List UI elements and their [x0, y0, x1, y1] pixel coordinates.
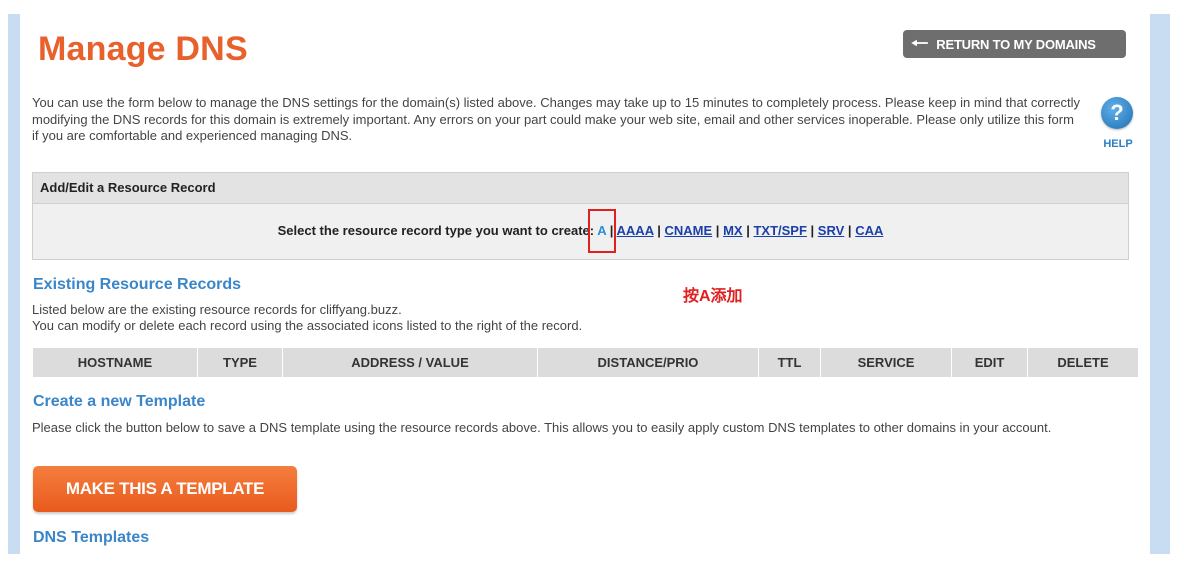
help-icon[interactable]: ? — [1101, 97, 1133, 129]
dns-templates-title: DNS Templates — [33, 529, 150, 546]
page-title: Manage DNS — [38, 30, 248, 68]
return-button-label: RETURN TO MY DOMAINS — [936, 36, 1096, 52]
add-edit-record-panel: Add/Edit a Resource Record Select the re… — [32, 172, 1129, 260]
column-header-ttl: TTL — [758, 347, 821, 378]
records-table-header: HOSTNAME TYPE ADDRESS / VALUE DISTANCE/P… — [32, 347, 1139, 378]
record-type-aaaa-link[interactable]: AAAA — [617, 223, 654, 238]
intro-text: You can use the form below to manage the… — [32, 95, 1081, 143]
create-template-title: Create a new Template — [33, 393, 206, 410]
arrow-left-icon: 🠐 — [911, 33, 929, 55]
records-table: HOSTNAME TYPE ADDRESS / VALUE DISTANCE/P… — [32, 347, 1139, 378]
right-border-bar — [1150, 14, 1170, 554]
column-header-address: ADDRESS / VALUE — [282, 347, 538, 378]
make-template-button[interactable]: MAKE THIS A TEMPLATE — [33, 466, 297, 512]
column-header-delete: DELETE — [1027, 347, 1139, 378]
create-template-desc: Please click the button below to save a … — [32, 420, 1052, 435]
highlight-box — [588, 209, 616, 253]
record-type-cname-link[interactable]: CNAME — [665, 223, 713, 238]
return-to-my-domains-button[interactable]: 🠐 RETURN TO MY DOMAINS — [903, 30, 1126, 58]
existing-records-title: Existing Resource Records — [33, 276, 242, 293]
record-type-selector: Select the resource record type you want… — [277, 223, 884, 238]
column-header-service: SERVICE — [820, 347, 952, 378]
existing-records-desc-line2: You can modify or delete each record usi… — [32, 318, 583, 333]
help-link[interactable]: HELP — [1101, 138, 1135, 150]
existing-records-desc-line1: Listed below are the existing resource r… — [32, 302, 402, 317]
add-edit-record-header: Add/Edit a Resource Record — [33, 173, 1128, 204]
column-header-type: TYPE — [197, 347, 283, 378]
column-header-hostname: HOSTNAME — [32, 347, 198, 378]
record-type-srv-link[interactable]: SRV — [818, 223, 845, 238]
annotation-text: 按A添加 — [683, 288, 743, 305]
record-type-prompt: Select the resource record type you want… — [277, 223, 595, 238]
record-type-caa-link[interactable]: CAA — [855, 223, 883, 238]
left-border-bar — [8, 14, 20, 554]
record-type-txt-spf-link[interactable]: TXT/SPF — [753, 223, 806, 238]
column-header-distance-prio: DISTANCE/PRIO — [537, 347, 759, 378]
record-type-mx-link[interactable]: MX — [723, 223, 743, 238]
column-header-edit: EDIT — [951, 347, 1028, 378]
